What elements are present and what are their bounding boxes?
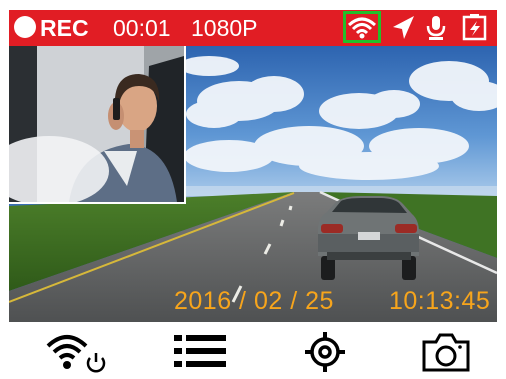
bottom-toolbar: [0, 322, 506, 376]
rec-label: REC: [40, 15, 89, 41]
battery-charging-icon: [462, 14, 487, 41]
menu-button[interactable]: [172, 328, 228, 374]
camera-icon: [422, 333, 470, 372]
wifi-power-button[interactable]: [45, 328, 115, 374]
recording-indicator-icon: [14, 16, 36, 38]
settings-icon: [305, 332, 345, 372]
microphone-icon: [426, 16, 446, 40]
timestamp-date: 2016 / 02 / 25: [174, 287, 334, 315]
settings-button[interactable]: [302, 328, 348, 374]
video-resolution: 1080P: [191, 15, 258, 41]
gps-navigation-icon: [393, 16, 414, 39]
recording-time: 00:01: [113, 15, 171, 41]
status-bar: REC 00:01 1080P: [9, 10, 497, 46]
wifi-status-highlight[interactable]: [343, 11, 381, 43]
camera-preview-screen: REC 00:01 1080P 2016 / 02 / 25 10:13:45: [9, 10, 497, 322]
camera-button[interactable]: [420, 328, 472, 374]
timestamp-time: 10:13:45: [389, 287, 491, 315]
menu-icon: [174, 335, 226, 367]
driver-camera-pip: [9, 46, 186, 204]
wifi-icon: [347, 17, 377, 39]
wifi-power-icon: [46, 335, 106, 373]
